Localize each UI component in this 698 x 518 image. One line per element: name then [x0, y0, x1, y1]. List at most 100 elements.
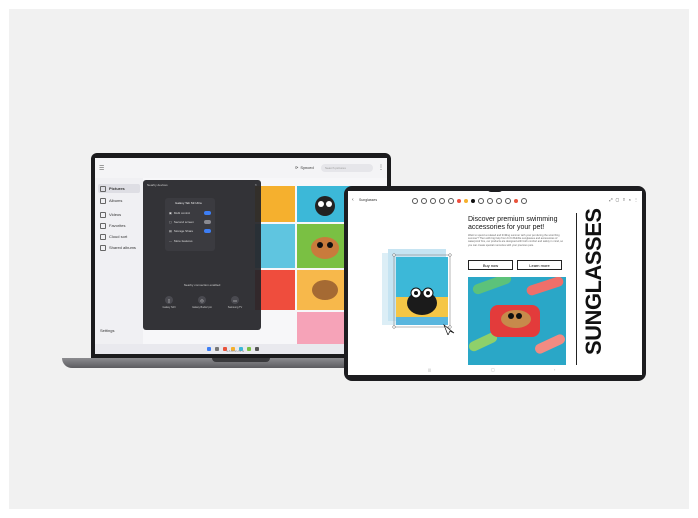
- sidebar-item-videos[interactable]: Videos: [98, 210, 140, 219]
- device-label: Samsung TV: [227, 306, 243, 309]
- row-label: Second screen: [173, 220, 194, 224]
- sidebar-item-favorites[interactable]: Favorites: [98, 221, 140, 230]
- device-option-phone[interactable]: ▯ Galaxy S23: [157, 296, 181, 309]
- taskbar-app-icon[interactable]: [247, 347, 251, 351]
- sidebar-item-label: Favorites: [109, 223, 126, 228]
- close-icon[interactable]: ×: [255, 182, 257, 187]
- taskbar-app-icon[interactable]: [215, 347, 219, 351]
- color-red-swatch[interactable]: [457, 199, 461, 203]
- photo-thumbnail[interactable]: [255, 224, 295, 268]
- status-caption: Nearby connection enabled: [183, 283, 221, 287]
- multi-control-icon: ▣: [169, 211, 172, 215]
- panel-title: Nearby devices: [147, 183, 168, 187]
- multi-control-toggle[interactable]: [204, 211, 211, 215]
- expand-icon[interactable]: ⤢: [609, 197, 612, 202]
- sidebar-item-label: Albums: [109, 198, 123, 203]
- second-screen-icon: ▢: [169, 220, 172, 224]
- dog-on-float-image: [468, 277, 566, 365]
- phone-icon: ▯: [165, 296, 173, 304]
- settings-button[interactable]: Settings: [100, 328, 114, 333]
- multi-control-row[interactable]: ▣ Multi control: [169, 211, 211, 215]
- note-canvas[interactable]: Discover premium swimming accessories fo…: [372, 208, 612, 365]
- start-icon[interactable]: [207, 347, 211, 351]
- search-input[interactable]: Search pictures: [321, 164, 373, 172]
- shared-icon: [100, 244, 106, 251]
- storage-share-toggle[interactable]: [204, 229, 211, 233]
- vertical-headline: SUNGLASSES: [581, 208, 606, 355]
- device-label: Galaxy S23: [162, 306, 176, 309]
- row-label: More features: [174, 239, 193, 243]
- row-label: Storage Share: [173, 229, 194, 233]
- sync-icon: ⟳: [295, 165, 299, 170]
- pencil-tool-icon[interactable]: [421, 198, 427, 204]
- device-option-tv[interactable]: ▭ Samsung TV: [223, 296, 247, 309]
- videos-icon: [100, 211, 106, 218]
- cat-image-stack[interactable]: [382, 245, 457, 336]
- shape-tool-icon[interactable]: [478, 198, 484, 204]
- editor-toolbar: ‹ Sunglasses ⤢ ▢ ⇪ × ⋮: [348, 195, 642, 205]
- cat-image: [382, 249, 455, 336]
- sidebar-item-label: Videos: [109, 212, 122, 217]
- promo-headline: Discover premium swimming accessories fo…: [468, 216, 558, 231]
- sidebar-item-pictures[interactable]: Pictures: [98, 184, 140, 193]
- earbuds-icon: ◎: [198, 296, 206, 304]
- pen-tool-icon[interactable]: [412, 198, 418, 204]
- photo-thumbnail[interactable]: [255, 186, 295, 222]
- sidebar-item-albums[interactable]: Albums: [98, 196, 140, 205]
- menu-icon[interactable]: ☰: [99, 165, 104, 172]
- photo-thumbnail[interactable]: [255, 270, 295, 310]
- pool-photo[interactable]: [468, 277, 566, 365]
- share-icon[interactable]: ⇪: [622, 197, 625, 202]
- brush-icon[interactable]: [514, 199, 518, 203]
- promo-body: Want to spend a relaxed and thrilling su…: [468, 234, 564, 247]
- sidebar-item-shared-albums[interactable]: Shared albums: [98, 243, 140, 252]
- highlighter-icon[interactable]: [521, 198, 527, 204]
- storage-share-row[interactable]: ▤ Storage Share: [169, 229, 211, 233]
- more-features-row[interactable]: ⋯ More features: [169, 239, 211, 243]
- taskbar-app-icon[interactable]: [255, 347, 259, 351]
- close-icon[interactable]: ×: [629, 197, 631, 202]
- sync-status[interactable]: ⟳ Synced: [295, 165, 314, 170]
- pictures-icon: [100, 185, 106, 192]
- storage-icon: ▤: [169, 229, 172, 233]
- learn-more-button[interactable]: Learn more: [517, 260, 562, 270]
- tool-palette: [412, 198, 527, 204]
- buy-now-button[interactable]: Buy now: [468, 260, 513, 270]
- divider-line: [576, 213, 577, 365]
- laptop-brand-logo: SAMSUNG: [226, 349, 245, 353]
- settings-label: Settings: [100, 328, 115, 333]
- sidebar-item-label: Cloud sort: [109, 234, 128, 239]
- redo-icon[interactable]: [505, 198, 511, 204]
- color-yellow-swatch[interactable]: [464, 199, 468, 203]
- tablet-navigation-bar: ||| ▢ ‹: [348, 367, 642, 375]
- sync-label: Synced: [300, 165, 314, 170]
- connected-device-card: Galaxy Tab S9 Ultra ▣ Multi control ▢ Se…: [165, 198, 215, 251]
- home-icon[interactable]: ▢: [491, 367, 495, 372]
- more-icon: ⋯: [169, 239, 172, 243]
- text-tool-icon[interactable]: [487, 198, 493, 204]
- undo-icon[interactable]: [496, 198, 502, 204]
- note-title: Sunglasses: [359, 198, 378, 202]
- tablet-screen: ‹ Sunglasses ⤢ ▢ ⇪ × ⋮ Discover premium …: [348, 191, 642, 375]
- second-screen-toggle[interactable]: [204, 220, 211, 224]
- more-options-icon[interactable]: ⋮: [634, 197, 638, 202]
- marker-tool-icon[interactable]: [430, 198, 436, 204]
- device-option-buds[interactable]: ◎ Galaxy Buds2 pro: [190, 296, 214, 309]
- row-label: Multi control: [173, 211, 191, 215]
- sidebar-item-cloud-sort[interactable]: Cloud sort: [98, 232, 140, 241]
- sidebar-item-label: Shared albums: [109, 245, 136, 250]
- device-label: Galaxy Buds2 pro: [192, 306, 212, 309]
- tv-icon: ▭: [231, 296, 239, 304]
- more-options-icon[interactable]: ⋮: [378, 164, 384, 171]
- lasso-tool-icon[interactable]: [448, 198, 454, 204]
- back-icon[interactable]: ‹: [352, 197, 354, 203]
- eraser-tool-icon[interactable]: [439, 198, 445, 204]
- second-screen-row[interactable]: ▢ Second screen: [169, 220, 211, 224]
- back-nav-icon[interactable]: ‹: [554, 367, 555, 372]
- recent-apps-icon[interactable]: |||: [428, 367, 431, 372]
- device-name: Galaxy Tab S9 Ultra: [175, 201, 202, 205]
- pages-icon[interactable]: ▢: [616, 197, 620, 202]
- color-black-swatch[interactable]: [471, 199, 475, 203]
- nearby-devices-panel: Nearby devices × Galaxy Tab S9 Ultra ▣ M…: [143, 180, 261, 330]
- toolbar-right: ⤢ ▢ ⇪ × ⋮: [609, 197, 638, 202]
